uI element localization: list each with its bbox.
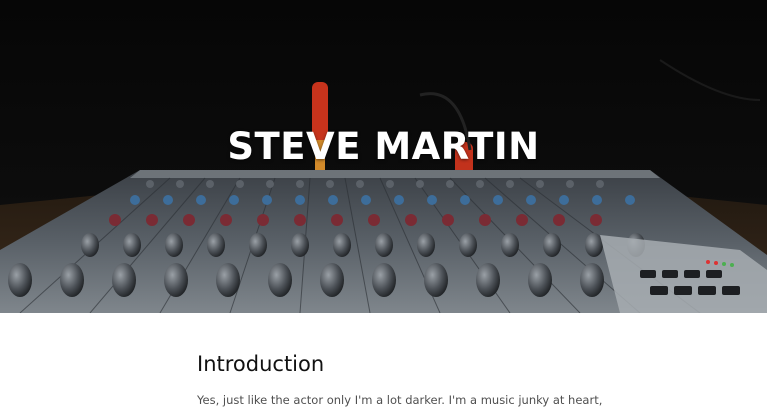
page: STEVE MARTIN Introduction Yes, just like… — [0, 0, 767, 409]
section-heading: Introduction — [197, 352, 325, 376]
introduction-section: Introduction Yes, just like the actor on… — [197, 350, 677, 409]
hero-banner: STEVE MARTIN — [0, 0, 767, 313]
hero-title: STEVE MARTIN — [227, 124, 540, 168]
introduction-text: Yes, just like the actor only I'm a lot … — [197, 393, 603, 407]
